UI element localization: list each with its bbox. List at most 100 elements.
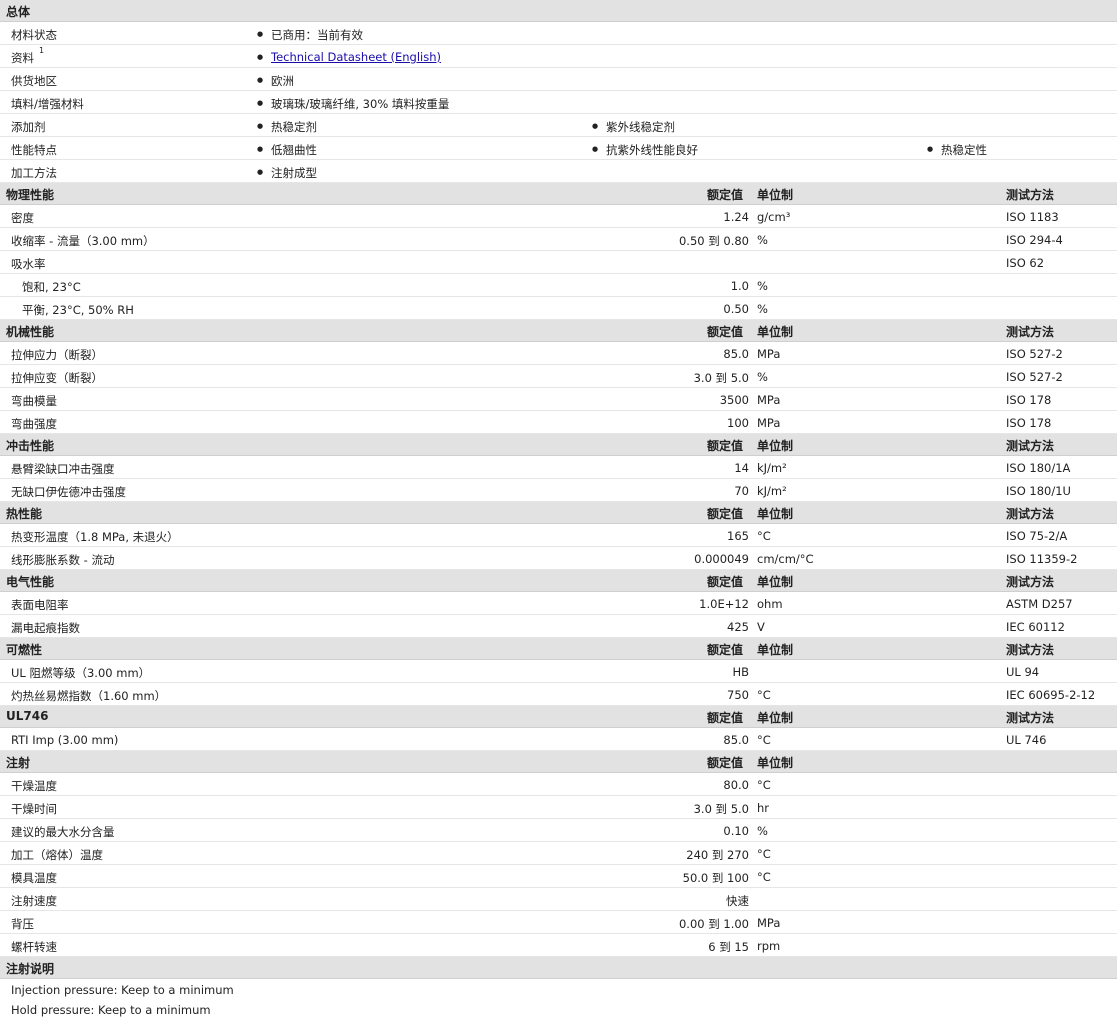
property-unit: °C (757, 870, 771, 884)
property-unit: °C (757, 778, 771, 792)
property-row: 灼热丝易燃指数（1.60 mm） 750 °C IEC 60695-2-12 (0, 683, 1117, 706)
section-title: 总体 (6, 5, 31, 19)
property-label: 螺杆转速 (11, 940, 57, 954)
section-header: UL746 额定值 单位制 测试方法 (0, 706, 1117, 728)
property-value: 3.0 到 5.0 (693, 371, 749, 385)
property-unit: g/cm³ (757, 210, 791, 224)
property-unit: % (757, 370, 768, 384)
property-label: 拉伸应力（断裂） (11, 348, 103, 362)
property-row: 干燥时间 3.0 到 5.0 hr (0, 796, 1117, 819)
property-unit: % (757, 279, 768, 293)
property-label: 干燥温度 (11, 779, 57, 793)
section-title: 冲击性能 (6, 439, 55, 453)
property-unit: °C (757, 733, 771, 747)
note-text: Injection pressure: Keep to a minimum (11, 983, 234, 997)
property-row: 线形膨胀系数 - 流动 0.000049 cm/cm/°C ISO 11359-2 (0, 547, 1117, 570)
general-row: 加工方法 注射成型 (0, 160, 1117, 183)
property-label: 加工方法 (11, 166, 57, 180)
property-value: 3.0 到 5.0 (693, 802, 749, 816)
list-item: 热稳定性 (927, 142, 987, 158)
property-label: 弯曲模量 (11, 394, 57, 408)
note-line: Injection pressure: Keep to a minimum (0, 979, 1117, 999)
list-item: Technical Datasheet (English) (257, 50, 441, 64)
property-row: 漏电起痕指数 425 V IEC 60112 (0, 615, 1117, 638)
unit-column-header: 单位制 (757, 325, 794, 339)
property-row: 饱和, 23°C 1.0% (0, 274, 1117, 297)
property-value: 6 到 15 (708, 940, 749, 954)
property-label: 密度 (11, 211, 34, 225)
section-header: 冲击性能 额定值 单位制 测试方法 (0, 434, 1117, 456)
unit-column-header: 单位制 (757, 711, 794, 725)
property-value: 85.0 (723, 347, 749, 361)
section-title: 注射说明 (6, 962, 55, 976)
section-header: 注射 额定值 单位制 (0, 751, 1117, 773)
property-unit: °C (757, 847, 771, 861)
general-row: 材料状态 已商用：当前有效 (0, 22, 1117, 45)
method-column-header: 测试方法 (1006, 188, 1055, 202)
test-method: ISO 180/1A (1006, 461, 1071, 475)
property-row: RTI Imp (3.00 mm) 85.0 °C UL 746 (0, 728, 1117, 751)
property-label: 拉伸应变（断裂） (11, 371, 103, 385)
property-unit: kJ/m² (757, 484, 787, 498)
property-label: 线形膨胀系数 - 流动 (11, 553, 115, 567)
property-value: 0.10 (723, 824, 749, 838)
property-row: 加工（熔体）温度 240 到 270 °C (0, 842, 1117, 865)
unit-column-header: 单位制 (757, 188, 794, 202)
method-column-header: 测试方法 (1006, 439, 1055, 453)
test-method: IEC 60695-2-12 (1006, 688, 1096, 702)
property-value: 0.50 (723, 302, 749, 316)
test-method: ISO 527-2 (1006, 370, 1063, 384)
property-value: 14 (734, 461, 749, 475)
unit-column-header: 单位制 (757, 643, 794, 657)
test-method: ISO 178 (1006, 416, 1052, 430)
property-value: 70 (734, 484, 749, 498)
property-row: 拉伸应变（断裂） 3.0 到 5.0% ISO 527-2 (0, 365, 1117, 388)
property-value: 425 (727, 620, 749, 634)
property-label: 饱和, 23°C (22, 280, 81, 294)
list-item: 低翘曲性 (257, 142, 317, 158)
test-method: ISO 11359-2 (1006, 552, 1078, 566)
property-label: 悬臂梁缺口冲击强度 (11, 462, 115, 476)
property-unit: V (757, 620, 765, 634)
datasheet: 总体材料状态 已商用：当前有效资料 1 Technical Datasheet (En… (0, 0, 1117, 1019)
property-value: 1.0 (730, 279, 749, 293)
method-column-header: 测试方法 (1006, 507, 1055, 521)
value-column-header: 额定值 (707, 507, 744, 521)
property-row: UL 阻燃等级（3.00 mm） HB UL 94 (0, 660, 1117, 683)
property-row: 平衡, 23°C, 50% RH 0.50% (0, 297, 1117, 320)
property-label: 吸水率 (11, 257, 46, 271)
list-item: 玻璃珠/玻璃纤维, 30% 填料按重量 (257, 96, 449, 112)
property-label: 建议的最大水分含量 (11, 825, 115, 839)
section-header: 电气性能 额定值 单位制 测试方法 (0, 570, 1117, 592)
unit-column-header: 单位制 (757, 756, 794, 770)
test-method: ASTM D257 (1006, 597, 1073, 611)
value-column-header: 额定值 (707, 439, 744, 453)
general-row: 供货地区 欧洲 (0, 68, 1117, 91)
property-value: 165 (727, 529, 749, 543)
property-label: 漏电起痕指数 (11, 621, 80, 635)
property-row: 模具温度 50.0 到 100 °C (0, 865, 1117, 888)
property-value: 0.50 到 0.80 (678, 234, 749, 248)
general-row: 资料 1 Technical Datasheet (English) (0, 45, 1117, 68)
property-unit: °C (757, 529, 771, 543)
property-label: 平衡, 23°C, 50% RH (22, 303, 134, 317)
datasheet-link[interactable]: Technical Datasheet (English) (271, 50, 441, 64)
property-row: 建议的最大水分含量 0.10% (0, 819, 1117, 842)
property-label: 供货地区 (11, 74, 57, 88)
list-item: 热稳定剂 (257, 119, 317, 135)
section-title: 机械性能 (6, 325, 55, 339)
property-label: 填料/增强材料 (11, 97, 84, 111)
section-title: 热性能 (6, 507, 43, 521)
property-row: 干燥温度 80.0 °C (0, 773, 1117, 796)
property-label: 热变形温度（1.8 MPa, 未退火） (11, 530, 179, 544)
property-label: 添加剂 (11, 120, 46, 134)
list-item: 已商用：当前有效 (257, 27, 363, 43)
property-label: 资料 (11, 51, 34, 65)
property-label: 材料状态 (11, 28, 57, 42)
property-value: 80.0 (723, 778, 749, 792)
value-column-header: 额定值 (707, 711, 744, 725)
list-item: 注射成型 (257, 165, 317, 181)
unit-column-header: 单位制 (757, 439, 794, 453)
section-header: 可燃性 额定值 单位制 测试方法 (0, 638, 1117, 660)
property-value: 3500 (719, 393, 749, 407)
